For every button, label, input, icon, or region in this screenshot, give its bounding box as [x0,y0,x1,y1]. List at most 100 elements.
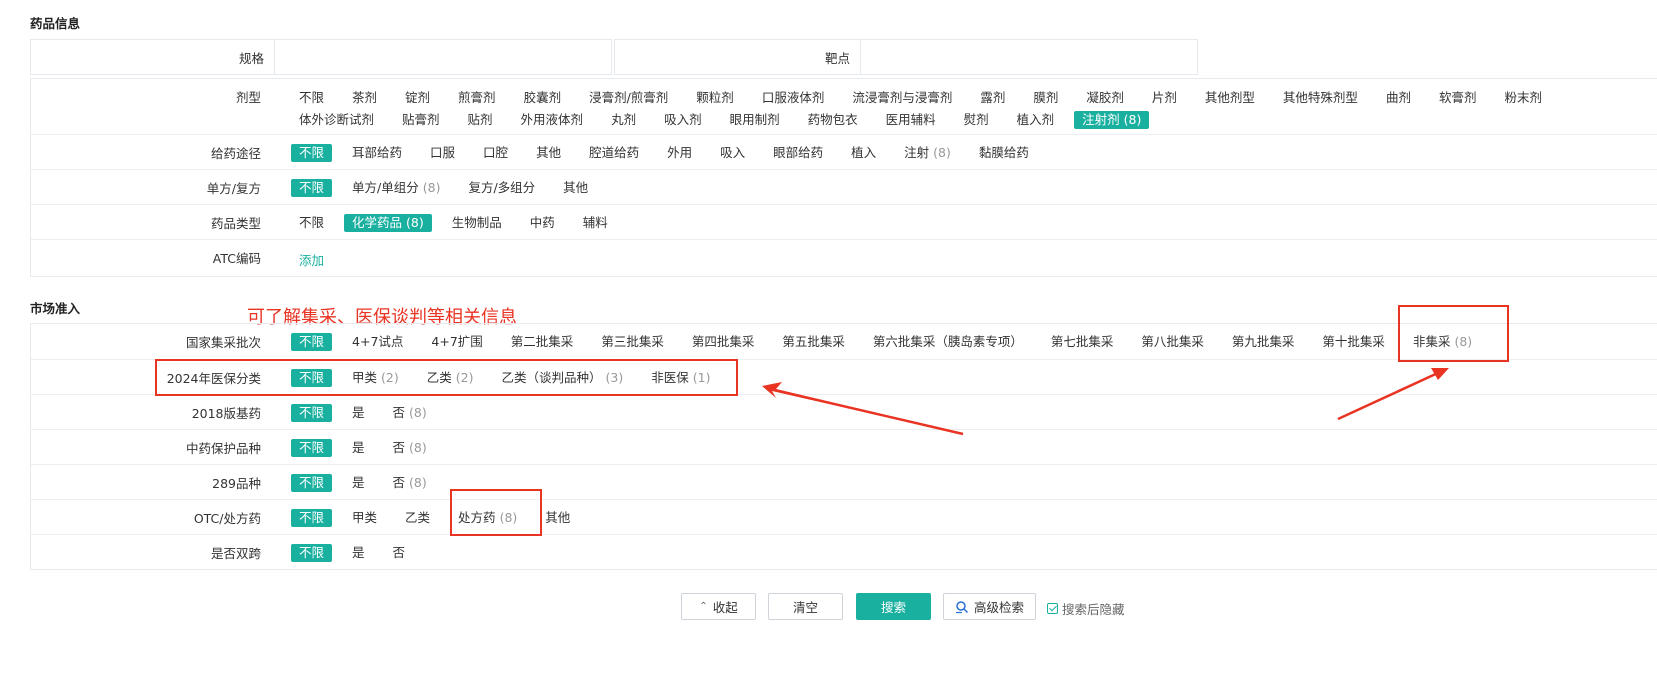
single-option-single[interactable]: 单方/单组分 (8) [344,179,448,197]
single-option-any[interactable]: 不限 [291,179,333,197]
dosage-option[interactable]: 茶剂 [344,89,385,107]
insurance-option-a[interactable]: 甲类 (2) [344,369,407,387]
essential-option-yes[interactable]: 是 [344,404,373,422]
batch-option[interactable]: 第六批集采（胰岛素专项） [865,333,1031,351]
drug-type-option-excipient[interactable]: 辅料 [575,214,616,232]
dosage-option[interactable]: 药物包衣 [800,111,866,129]
single-option-other[interactable]: 其他 [555,179,596,197]
essential-option-any[interactable]: 不限 [291,404,333,422]
v289-option-any[interactable]: 不限 [291,474,333,492]
insurance-option-any[interactable]: 不限 [291,369,333,387]
route-option[interactable]: 腔道给药 [581,144,647,162]
batch-option-non-procurement[interactable]: 非集采 (8) [1405,333,1480,351]
dosage-option[interactable]: 粉末剂 [1496,89,1550,107]
batch-option[interactable]: 第九批集采 [1224,333,1303,351]
single-option-single-count: (8) [422,180,441,195]
batch-option-any[interactable]: 不限 [291,333,333,351]
batch-option[interactable]: 第五批集采 [774,333,853,351]
route-option[interactable]: 其他 [528,144,569,162]
otc-option-other[interactable]: 其他 [537,509,578,527]
essential-option-no[interactable]: 否 (8) [385,404,435,422]
route-option[interactable]: 外用 [659,144,700,162]
batch-option[interactable]: 第二批集采 [503,333,582,351]
dosage-option[interactable]: 软膏剂 [1431,89,1485,107]
drug-type-option-tcm[interactable]: 中药 [522,214,563,232]
insurance-option-non-text: 非医保 [651,370,689,385]
dosage-option[interactable]: 贴剂 [460,111,501,129]
dosage-option[interactable]: 外用液体剂 [513,111,592,129]
route-option[interactable]: 耳部给药 [344,144,410,162]
route-option[interactable]: 眼部给药 [765,144,831,162]
tcm-option-any[interactable]: 不限 [291,439,333,457]
clear-button[interactable]: 清空 [768,593,843,620]
spec-input[interactable] [276,40,611,74]
dosage-option[interactable]: 煎膏剂 [450,89,504,107]
route-option-any[interactable]: 不限 [291,144,333,162]
insurance-option-b-negotiated[interactable]: 乙类（谈判品种） (3) [493,369,631,387]
batch-option[interactable]: 第七批集采 [1043,333,1122,351]
route-option[interactable]: 口服 [422,144,463,162]
dosage-option[interactable]: 不限 [291,89,332,107]
dosage-option[interactable]: 凝胶剂 [1078,89,1132,107]
dosage-option[interactable]: 其他剂型 [1197,89,1263,107]
dosage-option[interactable]: 颗粒剂 [688,89,742,107]
dosage-option[interactable]: 膜剂 [1025,89,1066,107]
otc-option-a[interactable]: 甲类 [344,509,385,527]
dosage-option[interactable]: 浸膏剂/煎膏剂 [581,89,676,107]
tcm-option-no[interactable]: 否 (8) [385,439,435,457]
otc-option-rx[interactable]: 处方药 (8) [450,509,525,527]
dosage-option[interactable]: 曲剂 [1378,89,1419,107]
batch-option[interactable]: 第十批集采 [1314,333,1393,351]
dosage-option[interactable]: 熨剂 [956,111,997,129]
advanced-search-button[interactable]: 高级检索 [943,593,1036,620]
insurance-option-non[interactable]: 非医保 (1) [643,369,718,387]
target-input[interactable] [862,40,1197,74]
batch-option[interactable]: 4+7扩围 [423,333,490,351]
section-title-drug-info: 药品信息 [30,16,81,31]
dosage-option-injection[interactable]: 注射剂 (8) [1074,111,1150,129]
dosage-option[interactable]: 眼用制剂 [722,111,788,129]
dual-option-no[interactable]: 否 [385,544,414,562]
dosage-option[interactable]: 流浸膏剂与浸膏剂 [844,89,960,107]
dosage-option[interactable]: 胶囊剂 [516,89,570,107]
route-option[interactable]: 植入 [843,144,884,162]
drug-type-option-chemical[interactable]: 化学药品 (8) [344,214,432,232]
dosage-option[interactable]: 医用辅料 [878,111,944,129]
dosage-option[interactable]: 片剂 [1144,89,1185,107]
route-option-injection[interactable]: 注射 (8) [896,144,959,162]
batch-row: 国家集采批次 不限 4+7试点 4+7扩围 第二批集采 第三批集采 第四批集采 第五批集采… [31,324,1657,359]
otc-option-any[interactable]: 不限 [291,509,333,527]
route-option[interactable]: 口腔 [475,144,516,162]
dosage-option[interactable]: 口服液体剂 [754,89,833,107]
search-button[interactable]: 搜索 [856,593,931,620]
dual-option-yes[interactable]: 是 [344,544,373,562]
atc-add-link[interactable]: 添加 [291,249,332,270]
dosage-option[interactable]: 植入剂 [1009,111,1063,129]
otc-option-b[interactable]: 乙类 [397,509,438,527]
hide-after-search-toggle[interactable]: 搜索后隐藏 [1047,599,1125,618]
dosage-option[interactable]: 体外诊断试剂 [291,111,382,129]
dosage-option[interactable]: 丸剂 [603,111,644,129]
dosage-option[interactable]: 露剂 [972,89,1013,107]
dosage-option[interactable]: 其他特殊剂型 [1275,89,1366,107]
dosage-option[interactable]: 吸入剂 [656,111,710,129]
insurance-option-b[interactable]: 乙类 (2) [419,369,482,387]
v289-option-no[interactable]: 否 (8) [385,474,435,492]
single-option-compound[interactable]: 复方/多组分 [460,179,543,197]
batch-option[interactable]: 第八批集采 [1133,333,1212,351]
dual-option-any[interactable]: 不限 [291,544,333,562]
dosage-option[interactable]: 锭剂 [397,89,438,107]
v289-option-yes[interactable]: 是 [344,474,373,492]
collapse-button[interactable]: ⌃ 收起 [681,593,756,620]
otc-row: OTC/处方药 不限 甲类 乙类 处方药 (8) 其他 [31,499,1657,534]
tcm-option-yes[interactable]: 是 [344,439,373,457]
batch-option[interactable]: 4+7试点 [344,333,411,351]
route-option[interactable]: 吸入 [712,144,753,162]
batch-option[interactable]: 第三批集采 [593,333,672,351]
route-option-mucosal[interactable]: 黏膜给药 [971,144,1037,162]
advanced-search-icon [955,600,969,613]
drug-type-option-any[interactable]: 不限 [291,214,332,232]
batch-option[interactable]: 第四批集采 [684,333,763,351]
drug-type-option-biologic[interactable]: 生物制品 [444,214,510,232]
dosage-option[interactable]: 贴膏剂 [394,111,448,129]
